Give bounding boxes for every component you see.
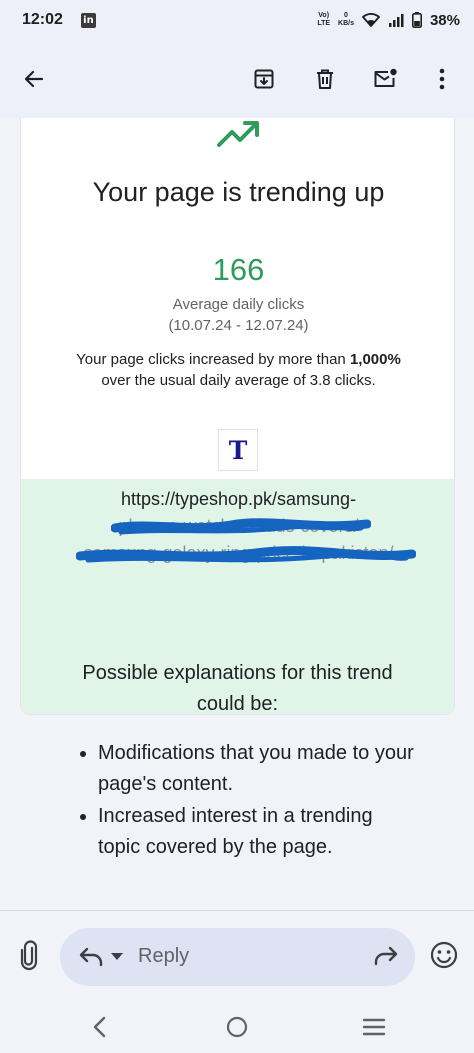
date-range: (10.07.24 - 12.07.24) <box>168 317 309 334</box>
nav-back-icon[interactable] <box>90 1015 110 1039</box>
signal-icon <box>388 14 404 27</box>
status-indicators: Vo) LTE 0 KB/s 38% <box>317 12 460 29</box>
redaction-scribble <box>76 546 416 563</box>
mark-unread-icon <box>374 68 397 87</box>
email-body[interactable]: Your page is trending up 166 Average dai… <box>0 118 474 910</box>
explanations-heading: Possible explanations for this trend cou… <box>82 662 393 715</box>
list-item: Modifications that you made to your page… <box>78 738 418 800</box>
emoji-smile-icon <box>430 941 458 969</box>
more-vertical-icon <box>439 68 445 90</box>
redaction-scribble <box>111 518 371 535</box>
increase-description: Your page clicks increased by more than … <box>76 351 401 389</box>
system-nav-bar <box>0 1001 474 1053</box>
trending-up-icon <box>217 121 259 147</box>
mark-unread-button[interactable] <box>365 59 405 99</box>
email-headline: Your page is trending up <box>92 177 385 207</box>
average-clicks-value: 166 <box>212 252 265 287</box>
nav-home-icon[interactable] <box>226 1016 248 1038</box>
archive-button[interactable] <box>244 59 284 99</box>
increase-percent: 1,000% <box>349 351 401 368</box>
site-logo: T <box>218 429 258 471</box>
reply-bar: Reply <box>0 911 474 1001</box>
list-item: Increased interest in a trending topic c… <box>78 801 418 863</box>
trend-card: Your page is trending up 166 Average dai… <box>20 118 455 715</box>
wifi-icon <box>361 13 380 27</box>
emoji-button[interactable] <box>428 939 460 976</box>
url-line-1[interactable]: https://typeshop.pk/samsung- <box>21 489 454 510</box>
reply-button[interactable]: Reply <box>60 928 415 986</box>
battery-icon <box>411 12 422 28</box>
trash-icon <box>317 69 333 89</box>
status-bar: 12:02 in Vo) LTE 0 KB/s 38% <box>0 0 474 40</box>
status-time: 12:02 <box>22 11 63 28</box>
battery-percent: 38% <box>429 11 460 29</box>
arrow-left-icon <box>24 70 44 88</box>
more-options-button[interactable] <box>422 59 462 99</box>
back-button[interactable] <box>14 59 54 99</box>
caret-down-icon[interactable] <box>110 952 124 962</box>
network-speed: 0 KB/s <box>338 12 354 27</box>
archive-icon <box>254 69 274 89</box>
nav-recents-icon[interactable] <box>362 1017 386 1037</box>
email-toolbar <box>0 40 474 118</box>
reply-label: Reply <box>138 945 190 967</box>
paperclip-icon <box>20 940 38 971</box>
forward-arrow-icon[interactable] <box>373 945 399 967</box>
reply-arrow-icon <box>79 947 103 967</box>
explanations-list: Modifications that you made to your page… <box>78 738 418 864</box>
attach-button[interactable] <box>12 939 46 978</box>
average-clicks-label: Average daily clicks <box>172 296 305 313</box>
volte-indicator: Vo) LTE <box>317 12 331 27</box>
delete-button[interactable] <box>305 59 345 99</box>
linkedin-icon: in <box>80 12 96 28</box>
